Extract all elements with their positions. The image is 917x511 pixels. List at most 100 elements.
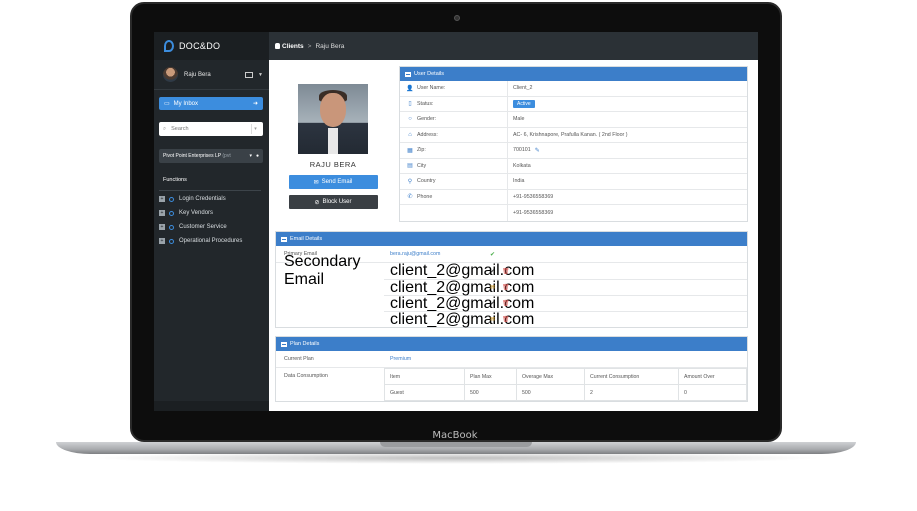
detail-value: +91-9536558369 xyxy=(513,193,554,200)
detail-value: Client_2 xyxy=(513,85,533,92)
avatar[interactable] xyxy=(163,67,178,82)
sidebar-item-key-vendors[interactable]: + Key Vendors xyxy=(154,206,269,220)
sidebar-item-label: Login Credentials xyxy=(179,196,226,202)
sidebar: DOC&DO Raju Bera ▼ ▭ My Inbox ➜ ⌕ ▾ Pivo… xyxy=(154,32,269,411)
profile-name: RAJU BERA xyxy=(309,160,357,169)
circle-icon xyxy=(169,224,174,230)
sidebar-item-label: Key Vendors xyxy=(179,210,214,216)
envelope-icon: ✉ xyxy=(313,179,319,186)
organization-select[interactable]: Pivot Point Enterprises LP (pvt ▾ ● xyxy=(159,149,263,163)
circle-icon: ○ xyxy=(408,116,412,123)
trash-icon[interactable]: 🗑 xyxy=(502,316,510,323)
table-cell: 500 xyxy=(464,384,517,401)
home-icon: ⌂ xyxy=(408,131,412,138)
search-box: ⌕ ▾ xyxy=(159,122,263,136)
plan-details-title: Plan Details xyxy=(290,341,320,347)
map-marker-icon: ⚲ xyxy=(407,178,413,185)
table-icon xyxy=(281,236,287,242)
column-header: Current Consumption xyxy=(584,368,679,385)
sidebar-item-label: Customer Service xyxy=(179,224,227,230)
envelope-icon[interactable]: ✉ xyxy=(490,316,502,323)
sidebar-user: Raju Bera ▼ xyxy=(154,60,269,90)
detail-row-zip: ▦ Zip: 700101 ✎ xyxy=(400,143,747,159)
caret-down-icon[interactable]: ▼ xyxy=(258,72,263,78)
phone-icon: ✆ xyxy=(407,194,413,201)
plus-icon[interactable]: + xyxy=(159,238,165,244)
user-details-header: User Details xyxy=(400,67,747,81)
column-header: Overage Max xyxy=(516,368,585,385)
column-header: Item xyxy=(384,368,465,385)
camera-icon xyxy=(454,15,460,21)
brand-name: DOC&DO xyxy=(179,41,221,51)
sidebar-user-name: Raju Bera xyxy=(184,71,211,78)
detail-key: Address: xyxy=(417,131,438,138)
detail-value: 700101 xyxy=(513,147,531,154)
breadcrumb: Clients > Raju Bera xyxy=(269,32,758,60)
secondary-email-row: client_2@gmail.com ✔ 🗑 xyxy=(384,295,747,312)
secondary-email-address: client_2@gmail.com xyxy=(390,262,535,279)
trash-icon[interactable]: 🗑 xyxy=(502,300,510,307)
search-dropdown-icon[interactable]: ▾ xyxy=(251,124,259,134)
check-icon[interactable]: ✔ xyxy=(490,300,502,307)
screen: DOC&DO Raju Bera ▼ ▭ My Inbox ➜ ⌕ ▾ Pivo… xyxy=(154,32,758,411)
breadcrumb-current: Raju Bera xyxy=(315,42,345,50)
check-icon[interactable]: ✔ xyxy=(490,268,502,275)
table-cell: 500 xyxy=(516,384,585,401)
ban-icon: ⊘ xyxy=(314,199,320,206)
user-details-panel: User Details 👤 User Name: Client_2 ▯ Statu… xyxy=(399,66,748,222)
table-header-row: Item Plan Max Overage Max Current Consum… xyxy=(384,368,747,385)
mobile-icon: ▯ xyxy=(408,101,412,108)
chevron-down-icon: ▾ xyxy=(249,153,252,159)
current-plan-row: Current Plan Premium xyxy=(276,351,747,367)
laptop-notch xyxy=(380,442,532,447)
plus-icon[interactable]: + xyxy=(159,210,165,216)
plus-icon[interactable]: + xyxy=(159,224,165,230)
breadcrumb-clients[interactable]: Clients xyxy=(282,43,304,50)
data-consumption-label: Data Consumption xyxy=(284,373,328,379)
sidebar-item-label: Operational Procedures xyxy=(179,238,243,244)
envelope-icon[interactable] xyxy=(245,71,254,78)
search-icon: ⌕ xyxy=(163,125,167,132)
pencil-icon[interactable]: ✎ xyxy=(535,147,540,154)
detail-row-phone-2: +91-9536558369 xyxy=(400,205,747,221)
sidebar-item-customer-service[interactable]: + Customer Service xyxy=(154,220,269,234)
sidebar-item-operational-procedures[interactable]: + Operational Procedures xyxy=(154,234,269,248)
inbox-icon: ▭ xyxy=(164,101,170,107)
detail-row-status: ▯ Status: Active xyxy=(400,96,747,112)
secondary-email-label: Secondary Email xyxy=(284,253,361,288)
trash-icon[interactable]: 🗑 xyxy=(502,268,510,275)
current-plan-link[interactable]: Premium xyxy=(390,356,411,362)
detail-value: AC- 6, Krishnapore, Prafulla Kanan. ( 2n… xyxy=(513,131,628,138)
secondary-email-address: client_2@gmail.com xyxy=(390,310,535,328)
brand[interactable]: DOC&DO xyxy=(154,32,269,60)
detail-row-phone: ✆ Phone +91-9536558369 xyxy=(400,189,747,205)
detail-key: Phone xyxy=(417,193,433,200)
search-input[interactable] xyxy=(171,126,251,132)
secondary-email-row: client_2@gmail.com ✉ 🗑 xyxy=(384,279,747,296)
envelope-icon[interactable]: ✉ xyxy=(490,284,502,291)
sidebar-footer xyxy=(154,401,269,411)
detail-value: +91-9536558369 xyxy=(513,209,554,216)
primary-email-link[interactable]: bera.raju@gmail.com xyxy=(390,251,490,257)
organization-selected: Pivot Point Enterprises LP xyxy=(163,153,221,159)
breadcrumb-separator: > xyxy=(307,42,312,50)
table-cell: Guest xyxy=(384,384,465,401)
circle-icon xyxy=(169,238,174,244)
functions-title: Functions xyxy=(163,177,187,183)
plus-icon[interactable]: + xyxy=(159,196,165,202)
arrow-right-icon: ➜ xyxy=(252,101,258,107)
email-details-header: Email Details xyxy=(276,232,747,246)
block-user-button[interactable]: ⊘ Block User xyxy=(288,195,378,209)
detail-value: Kolkata xyxy=(513,162,531,169)
user-details-title: User Details xyxy=(414,71,444,77)
status-badge: Active xyxy=(513,99,535,108)
my-inbox-button[interactable]: ▭ My Inbox ➜ xyxy=(159,97,263,110)
secondary-email-row: client_2@gmail.com ✉ 🗑 xyxy=(384,310,747,328)
send-email-button[interactable]: ✉ Send Email xyxy=(288,175,378,189)
trash-icon[interactable]: 🗑 xyxy=(502,284,510,291)
organization-suffix: (pvt xyxy=(222,153,231,159)
detail-key: Gender: xyxy=(417,116,437,123)
sidebar-item-login-credentials[interactable]: + Login Credentials xyxy=(154,192,269,206)
column-header: Amount Over xyxy=(678,368,747,385)
add-circle-icon[interactable]: ● xyxy=(256,153,259,159)
